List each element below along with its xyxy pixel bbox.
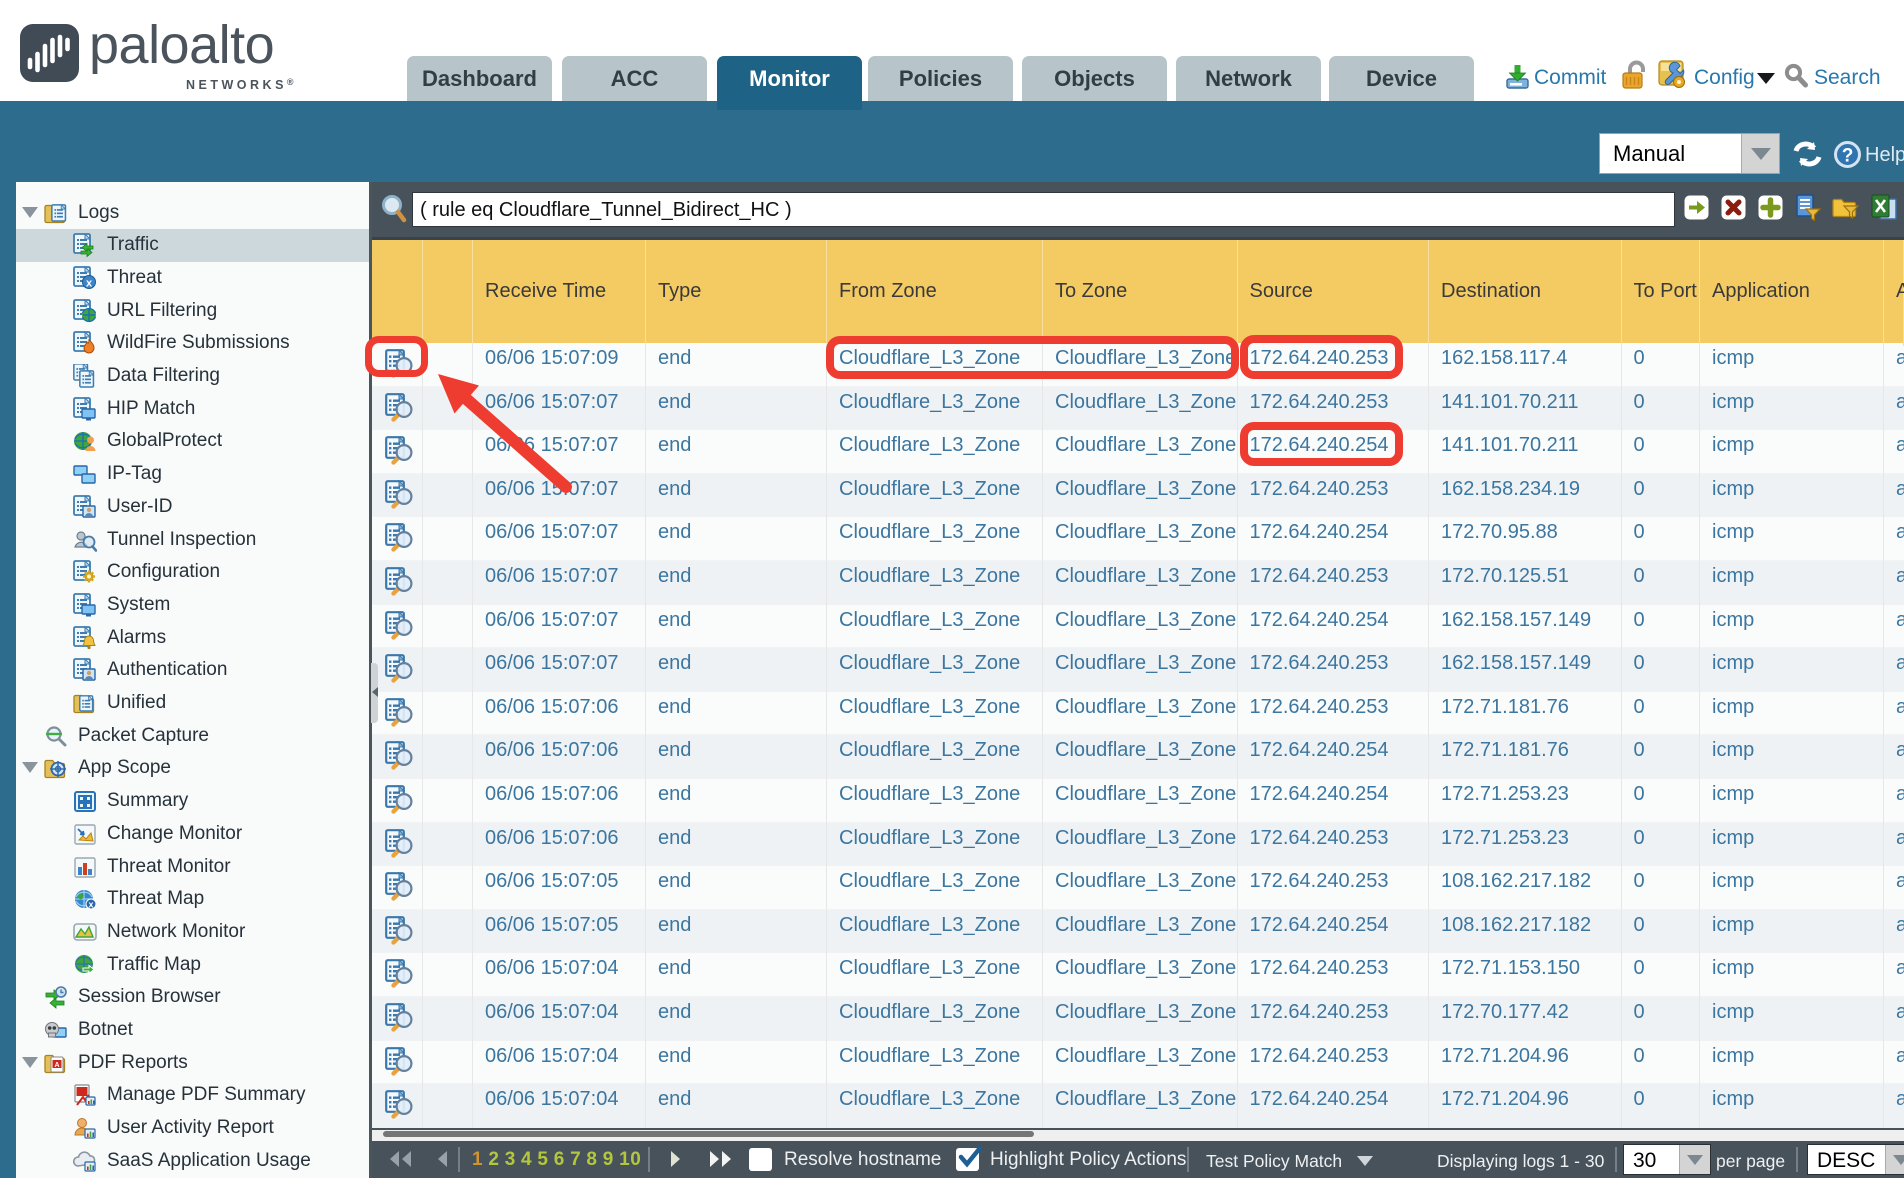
svg-text:?: ?	[1842, 146, 1854, 167]
svg-text:A: A	[54, 1062, 59, 1069]
svg-text:x: x	[86, 277, 93, 289]
svg-text:x: x	[88, 900, 93, 910]
